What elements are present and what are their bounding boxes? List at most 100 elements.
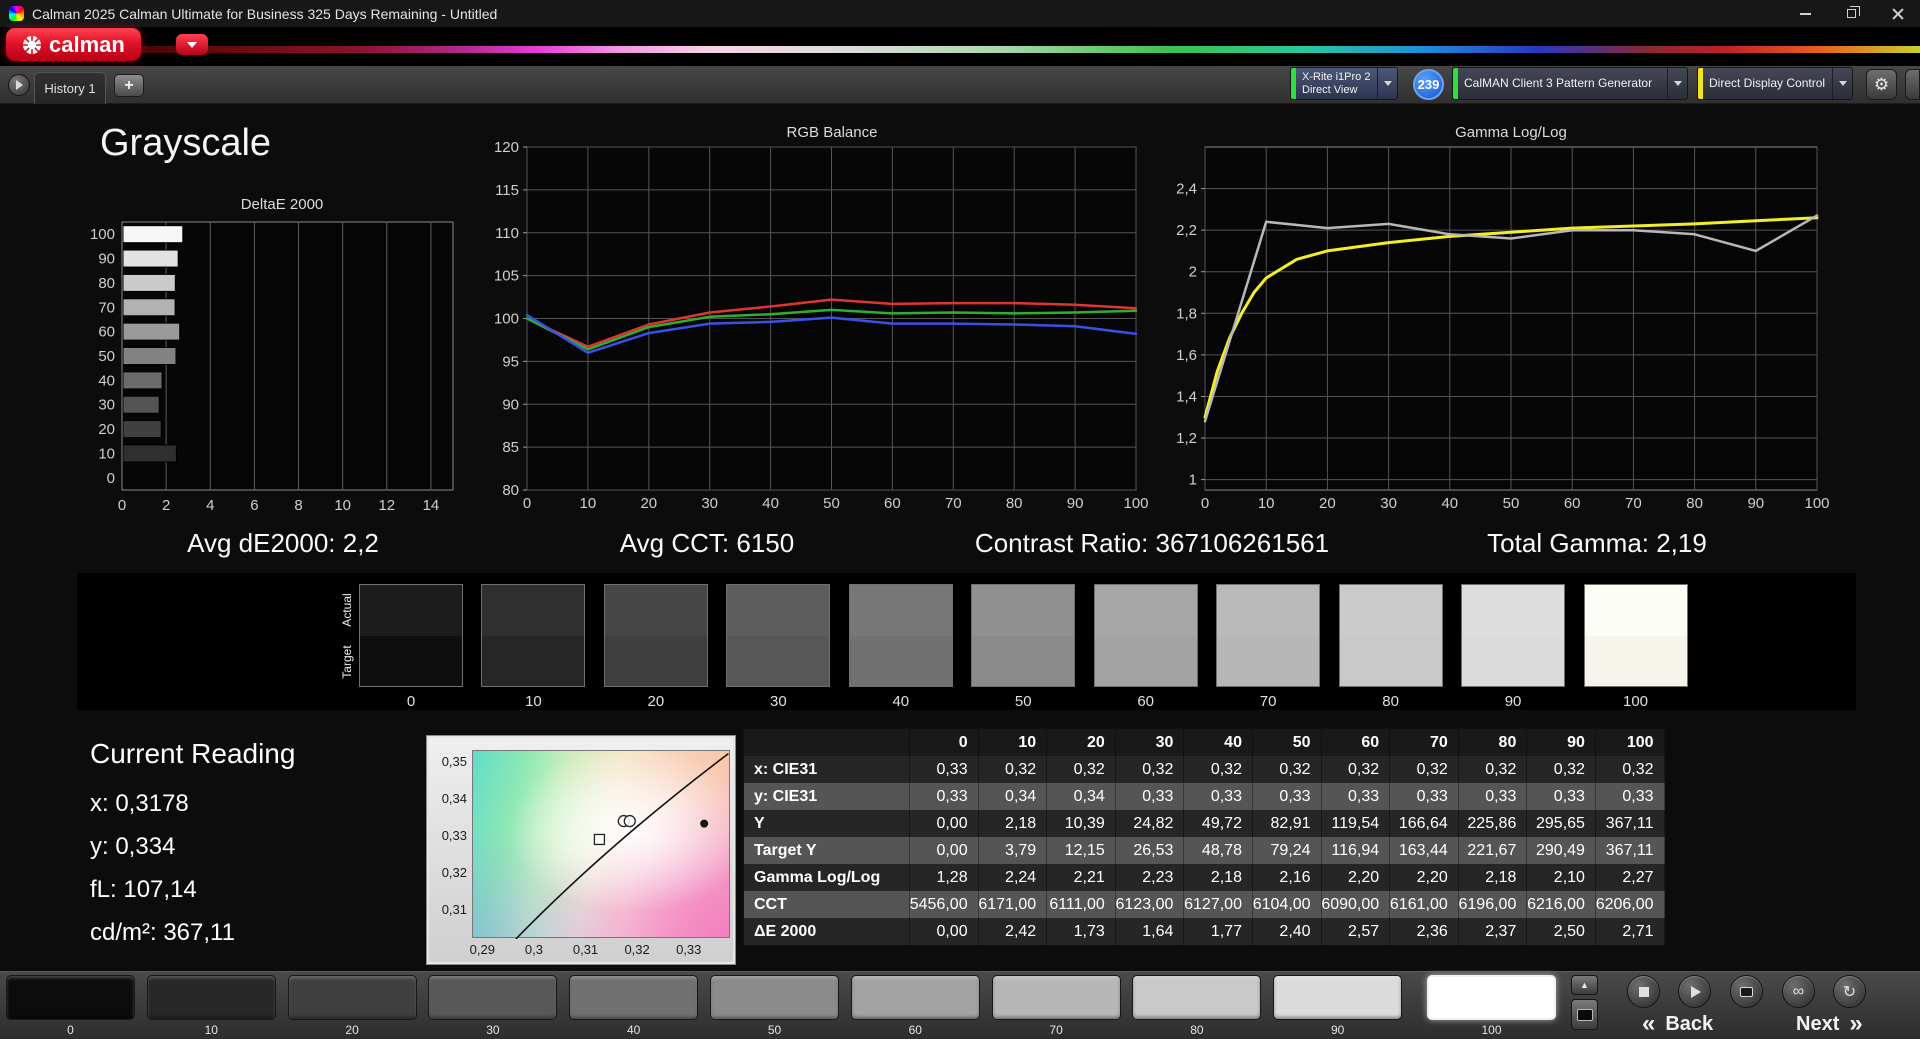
svg-text:1,6: 1,6 (1176, 347, 1197, 364)
logo-menu-button[interactable] (176, 34, 208, 55)
swatch-actual (1339, 585, 1442, 636)
table-header-row: 0 10 20 30 40 50 60 70 80 90 100 (744, 729, 1665, 756)
table-cell: 2,71 (1596, 918, 1665, 945)
swatch-label: 20 (647, 693, 665, 710)
table-cell: 367,11 (1596, 810, 1665, 837)
table-cell: 2,50 (1527, 918, 1596, 945)
history-nav-button[interactable] (8, 74, 30, 96)
chevron-right-icon: » (1849, 1010, 1863, 1037)
more-controls-sliver[interactable] (1905, 69, 1920, 100)
close-button[interactable] (1874, 0, 1920, 27)
pattern-dropdown-arrow[interactable] (1667, 68, 1687, 99)
pattern-patch-label: 90 (1331, 1023, 1345, 1037)
pattern-patch-60[interactable] (850, 975, 980, 1020)
add-tab-button[interactable]: + (114, 74, 144, 97)
pattern-patch-80[interactable] (1132, 975, 1262, 1020)
svg-text:0: 0 (523, 495, 531, 512)
swatch-target (1217, 635, 1320, 686)
table-cell: 2,21 (1047, 864, 1116, 891)
svg-text:8: 8 (294, 497, 302, 514)
pattern-patch-40[interactable] (569, 975, 699, 1020)
calman-logo-button[interactable]: calman (6, 28, 141, 61)
pattern-patch-0[interactable] (6, 975, 135, 1020)
meter-count-badge[interactable]: 239 (1413, 69, 1444, 100)
table-cell: 2,57 (1322, 918, 1391, 945)
svg-text:50: 50 (1503, 495, 1520, 512)
svg-text:100: 100 (494, 311, 519, 328)
table-cell: 2,23 (1116, 864, 1185, 891)
table-column-header: 70 (1390, 729, 1459, 756)
table-cell: 2,37 (1459, 918, 1528, 945)
tab-history-1[interactable]: History 1 (34, 72, 106, 104)
table-cell: 2,20 (1390, 864, 1459, 891)
table-cell: 2,10 (1527, 864, 1596, 891)
svg-text:1,8: 1,8 (1176, 305, 1197, 322)
avg-de2000-stat: Avg dE2000: 2,2 (187, 528, 379, 558)
swatch-label: 70 (1259, 693, 1277, 710)
pattern-patch-70[interactable] (991, 975, 1121, 1020)
table-cell: 49,72 (1184, 810, 1253, 837)
pattern-patch-50[interactable] (710, 975, 839, 1020)
pattern-generator-dropdown[interactable]: CalMAN Client 3 Pattern Generator (1452, 67, 1688, 100)
minimize-button[interactable] (1782, 0, 1828, 27)
save-button[interactable] (1730, 975, 1763, 1008)
stop-button[interactable] (1627, 975, 1660, 1008)
meter-dropdown-arrow[interactable] (1377, 68, 1397, 99)
pattern-patch-10[interactable] (146, 975, 276, 1020)
settings-button[interactable]: ⚙ (1866, 69, 1897, 100)
play-button[interactable] (1678, 975, 1711, 1008)
reading-x: x: 0,3178 (90, 790, 189, 817)
loop-icon: ↻ (1842, 983, 1857, 1001)
svg-text:70: 70 (1625, 495, 1642, 512)
svg-text:14: 14 (423, 497, 440, 514)
pattern-patch-90[interactable] (1273, 975, 1403, 1020)
table-cell: 166,64 (1390, 810, 1459, 837)
swatch-target (1094, 635, 1197, 686)
grayscale-swatch-40: 40 (848, 584, 953, 710)
meter-dropdown[interactable]: X-Rite i1Pro 2 Direct View (1290, 67, 1398, 100)
table-cell: 0,00 (910, 918, 979, 945)
next-label: Next (1796, 1012, 1840, 1035)
table-column-header: 0 (910, 729, 979, 756)
svg-text:4: 4 (206, 497, 214, 514)
back-button[interactable]: « Back (1642, 1010, 1713, 1038)
pattern-patch-label: 40 (627, 1023, 641, 1037)
table-row: ΔE 2000 0,00 2,42 1,73 1,64 1,77 2,40 2,57 2,36 2… (744, 918, 1665, 945)
table-cell: 0,32 (1322, 756, 1391, 783)
continuous-measure-button[interactable]: ∞ (1782, 975, 1815, 1008)
chevron-down-icon (1673, 81, 1682, 86)
loop-button[interactable]: ↻ (1833, 975, 1866, 1008)
svg-text:1,2: 1,2 (1176, 430, 1197, 447)
cie-x-tick-label: 0,29 (469, 942, 495, 957)
restore-icon (1846, 6, 1860, 18)
cie-y-tick-label: 0,33 (441, 827, 467, 843)
window-layout-button[interactable] (1571, 999, 1598, 1030)
table-cell: 1,73 (1047, 918, 1116, 945)
collapse-panel-button[interactable]: ▲ (1571, 975, 1598, 995)
pattern-patch-100[interactable] (1427, 975, 1556, 1020)
chevron-down-icon (1838, 81, 1847, 86)
svg-text:30: 30 (701, 495, 718, 512)
table-cell: 0,33 (1596, 783, 1665, 810)
svg-text:60: 60 (884, 495, 901, 512)
display-control-dropdown[interactable]: Direct Display Control (1697, 67, 1853, 100)
svg-text:60: 60 (98, 324, 115, 341)
table-cell: 290,49 (1527, 837, 1596, 864)
table-row-label: CCT (744, 891, 910, 918)
pattern-patch-label: 50 (767, 1023, 782, 1037)
svg-text:50: 50 (823, 495, 840, 512)
pattern-patch-30[interactable] (428, 975, 558, 1020)
deltae-bar-chart: DeltaE 2000 0 2 4 6 8 10 12 14 100 90 80 70 60 50 40 30… (80, 190, 480, 530)
infinity-icon: ∞ (1792, 982, 1805, 1000)
pattern-patch-20[interactable] (287, 975, 417, 1020)
next-button[interactable]: Next » (1796, 1010, 1863, 1038)
display-dropdown-arrow[interactable] (1832, 68, 1852, 99)
table-cell: 24,82 (1116, 810, 1185, 837)
table-cell: 6161,00 (1390, 891, 1459, 918)
table-row: Gamma Log/Log 1,28 2,24 2,21 2,23 2,18 2,16 2,2… (744, 864, 1665, 891)
swatch-label: 10 (525, 693, 542, 710)
play-icon (1690, 985, 1701, 998)
restore-button[interactable] (1828, 0, 1874, 27)
table-cell: 2,40 (1253, 918, 1322, 945)
pattern-patch-label: 70 (1049, 1023, 1063, 1037)
